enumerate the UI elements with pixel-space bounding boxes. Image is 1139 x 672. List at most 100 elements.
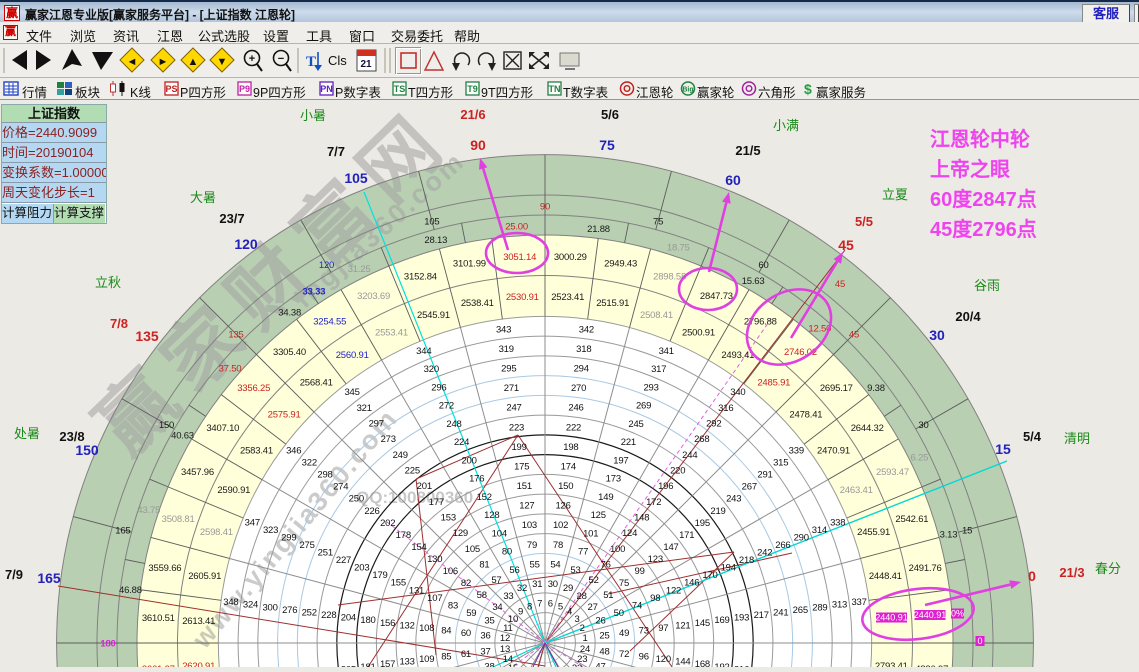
- svg-text:148: 148: [634, 513, 649, 524]
- svg-text:26: 26: [595, 616, 605, 627]
- svg-text:144: 144: [675, 657, 690, 667]
- svg-text:60: 60: [725, 172, 741, 188]
- svg-text:2560.91: 2560.91: [336, 350, 369, 361]
- svg-text:122: 122: [666, 585, 681, 596]
- svg-text:152: 152: [477, 492, 492, 503]
- svg-text:299: 299: [281, 532, 296, 543]
- svg-text:321: 321: [357, 403, 372, 414]
- svg-text:50: 50: [614, 608, 624, 619]
- svg-text:37: 37: [480, 646, 490, 657]
- svg-text:2478.41: 2478.41: [789, 410, 822, 421]
- svg-text:97: 97: [658, 623, 668, 634]
- svg-text:265: 265: [793, 605, 808, 616]
- svg-text:大暑: 大暑: [190, 190, 216, 205]
- svg-text:45: 45: [835, 279, 845, 290]
- svg-text:TS: TS: [394, 84, 406, 94]
- svg-text:3000.29: 3000.29: [554, 252, 587, 263]
- svg-text:156: 156: [380, 618, 395, 629]
- svg-text:123: 123: [648, 554, 663, 565]
- svg-text:79: 79: [527, 540, 537, 551]
- svg-text:7: 7: [537, 599, 542, 610]
- svg-text:76: 76: [601, 560, 611, 571]
- svg-text:127: 127: [519, 501, 534, 512]
- svg-text:9.38: 9.38: [867, 383, 885, 394]
- svg-text:272: 272: [439, 401, 454, 412]
- svg-text:2485.91: 2485.91: [757, 378, 790, 389]
- svg-text:323: 323: [263, 525, 278, 536]
- svg-text:3305.40: 3305.40: [273, 347, 306, 358]
- svg-text:177: 177: [429, 497, 444, 508]
- svg-text:147: 147: [663, 542, 678, 553]
- svg-text:104: 104: [492, 528, 507, 539]
- svg-text:45: 45: [849, 330, 859, 341]
- svg-text:129: 129: [453, 528, 468, 539]
- svg-text:2613.41: 2613.41: [182, 616, 215, 627]
- svg-text:34: 34: [492, 602, 502, 613]
- svg-text:60: 60: [461, 628, 471, 639]
- svg-text:173: 173: [606, 474, 621, 485]
- svg-text:297: 297: [369, 419, 384, 430]
- svg-text:245: 245: [628, 419, 643, 430]
- svg-text:30: 30: [548, 579, 558, 590]
- svg-text:21/6: 21/6: [460, 107, 485, 122]
- svg-text:2847.73: 2847.73: [700, 291, 733, 302]
- svg-text:PN: PN: [320, 84, 333, 94]
- svg-text:221: 221: [621, 437, 636, 448]
- svg-text:165: 165: [37, 570, 61, 586]
- svg-text:Cls: Cls: [328, 53, 347, 68]
- svg-text:198: 198: [563, 442, 578, 453]
- svg-text:60度2847点: 60度2847点: [930, 187, 1037, 211]
- svg-text:320: 320: [424, 364, 439, 375]
- svg-text:−: −: [278, 53, 284, 65]
- svg-text:78: 78: [553, 540, 563, 551]
- svg-text:343: 343: [496, 324, 511, 335]
- svg-text:73: 73: [639, 626, 649, 637]
- svg-text:2620.91: 2620.91: [182, 661, 215, 667]
- svg-text:34.38: 34.38: [278, 308, 301, 319]
- svg-text:2575.91: 2575.91: [268, 410, 301, 421]
- svg-text:296: 296: [431, 382, 446, 393]
- svg-text:298: 298: [317, 470, 332, 481]
- svg-text:319: 319: [499, 344, 514, 355]
- svg-text:58: 58: [477, 590, 487, 601]
- svg-text:219: 219: [710, 506, 725, 517]
- svg-text:151: 151: [517, 481, 532, 492]
- svg-text:33: 33: [503, 591, 513, 602]
- svg-text:90: 90: [540, 202, 550, 213]
- svg-text:171: 171: [679, 530, 694, 541]
- svg-text:98: 98: [650, 593, 660, 604]
- svg-text:179: 179: [372, 570, 387, 581]
- svg-text:250: 250: [349, 494, 364, 505]
- svg-text:2644.32: 2644.32: [851, 423, 884, 434]
- svg-text:217: 217: [754, 610, 769, 621]
- svg-text:2530.91: 2530.91: [506, 292, 539, 303]
- svg-text:2448.41: 2448.41: [869, 571, 902, 582]
- svg-text:21.88: 21.88: [587, 224, 610, 235]
- svg-text:7/8: 7/8: [110, 316, 128, 331]
- svg-text:155: 155: [391, 578, 406, 589]
- svg-text:246: 246: [568, 403, 583, 414]
- svg-text:31.25: 31.25: [348, 264, 371, 275]
- svg-text:268: 268: [694, 434, 709, 445]
- svg-text:80: 80: [502, 547, 512, 558]
- svg-text:3254.55: 3254.55: [313, 316, 346, 327]
- svg-text:▲: ▲: [188, 56, 199, 68]
- svg-text:6: 6: [548, 599, 553, 610]
- svg-text:2440.91: 2440.91: [875, 613, 908, 623]
- svg-text:57: 57: [491, 575, 501, 586]
- svg-text:99: 99: [635, 566, 645, 577]
- svg-text:291: 291: [757, 470, 772, 481]
- svg-text:150: 150: [159, 420, 174, 431]
- svg-text:3559.66: 3559.66: [148, 563, 181, 574]
- svg-text:春分: 春分: [1095, 561, 1121, 576]
- svg-text:225: 225: [405, 466, 420, 477]
- svg-text:340: 340: [730, 387, 745, 398]
- svg-text:30: 30: [929, 327, 945, 343]
- svg-text:74: 74: [632, 600, 642, 611]
- svg-text:2470.91: 2470.91: [817, 446, 850, 457]
- svg-text:28.13: 28.13: [424, 235, 447, 246]
- svg-text:15: 15: [508, 663, 518, 667]
- svg-text:2508.41: 2508.41: [640, 310, 673, 321]
- svg-text:6.25: 6.25: [911, 453, 929, 464]
- svg-text:244: 244: [682, 450, 697, 461]
